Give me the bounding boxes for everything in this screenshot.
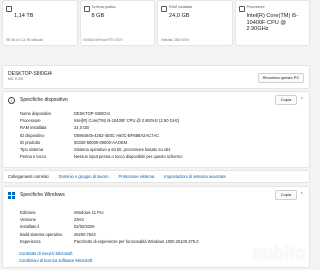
spec-row: Versione 23H2: [20, 216, 299, 223]
copy-windows-specs-button[interactable]: Copia: [275, 190, 297, 200]
spec-value: D5964845-4283-4E0C-A60C-BF6B8A2AC7AC: [74, 132, 160, 138]
windows-specs-rows: Edizione Windows 11 Pro Versione 23H2 Inst…: [20, 209, 299, 245]
spec-key: ID prodotto: [20, 139, 41, 145]
spec-key: Edizione: [20, 210, 36, 216]
spec-key: Processore: [20, 118, 41, 124]
spec-key: Penna e tocco: [20, 154, 47, 160]
summary-cards: 1,14 TB 95 GB di 1,14 TB utilizzati Sche…: [2, 0, 310, 46]
windows-logo-icon: [8, 192, 15, 199]
spec-key: Nome dispositivo: [20, 111, 52, 117]
device-header: DESKTOP-S8I0GI4 MS-7C95 Rinomina questo …: [2, 65, 310, 89]
storage-icon: [6, 6, 12, 12]
spec-value: Pacchetto di esperienze per funzionalità…: [74, 238, 199, 244]
spec-row: RAM installata 24,0 GB: [20, 124, 299, 131]
chevron-up-icon[interactable]: ⌃: [300, 192, 304, 198]
spec-key: RAM installata: [20, 125, 47, 131]
spec-row: Build sistema operativo 26200.7623: [20, 231, 299, 238]
device-specs-section: i Specifiche dispositivo Copia ⌃ Nome di…: [2, 91, 310, 168]
microsoft-license-terms-link[interactable]: Condizioni di licenza software Microsoft: [19, 258, 92, 265]
advanced-system-settings-link[interactable]: Impostazioni di sistema avanzate: [164, 174, 226, 179]
info-icon: i: [8, 97, 15, 104]
spec-key: Esperienza: [20, 238, 41, 244]
spec-value: 24,0 GB: [74, 125, 90, 131]
watermark-logo-icon: [235, 246, 249, 261]
processor-label: Processore: [246, 5, 265, 9]
copy-device-specs-button[interactable]: Copia: [275, 95, 297, 105]
graphics-value: 8 GB: [91, 13, 105, 19]
graphics-card[interactable]: Scheda grafica 8 GB NVIDIA GeForce RTX 2…: [79, 0, 155, 46]
spec-row: Nome dispositivo DESKTOP-S8I0GI4: [20, 110, 299, 117]
ram-value: 24,0 GB: [169, 13, 190, 19]
spec-key: Versione: [20, 217, 36, 223]
device-specs-header[interactable]: i Specifiche dispositivo Copia ⌃: [3, 92, 309, 108]
graphics-sub: NVIDIA GeForce RTX 2070: [83, 38, 123, 42]
related-links-bar: Collegamenti correlati Dominio o gruppo …: [2, 170, 310, 183]
storage-value: 1,14 TB: [14, 13, 34, 19]
spec-row: Processore Intel(R) Core(TM) i5-10400F CP…: [20, 117, 299, 124]
spec-value: Intel(R) Core(TM) i5-10400F CPU @ 2.90GH…: [74, 118, 180, 124]
related-links-label: Collegamenti correlati: [8, 174, 49, 179]
device-model: MS-7C95: [8, 77, 23, 81]
windows-specs-title: Specifiche Windows: [20, 192, 65, 198]
processor-icon: [238, 6, 245, 12]
spec-row: ID dispositivo D5964845-4283-4E0C-A60C-BF…: [20, 132, 299, 139]
ram-icon: [161, 6, 167, 12]
watermark-text: subito: [252, 243, 306, 263]
spec-row: Penna e tocco Nessun input penna o tocco …: [20, 153, 299, 160]
spec-value: Sistema operativo a 64 bit, processore b…: [74, 147, 171, 153]
rename-pc-button[interactable]: Rinomina questo PC: [258, 73, 304, 83]
spec-value: 02/02/2026: [74, 224, 95, 230]
chevron-up-icon[interactable]: ⌃: [300, 97, 304, 103]
ram-card[interactable]: RAM installata 24,0 GB Velocità: 2400 MT…: [157, 0, 233, 46]
spec-row: ID prodotto 00330-50000-00000-AAOEM: [20, 139, 299, 146]
device-specs-rows: Nome dispositivo DESKTOP-S8I0GI4 Processo…: [20, 110, 299, 160]
spec-value: 23H2: [74, 217, 84, 223]
system-protection-link[interactable]: Protezione sistema: [119, 174, 155, 179]
processor-card[interactable]: Processore Intel(R) Core(TM) i5-10400F C…: [234, 0, 310, 46]
watermark: subito: [235, 243, 306, 264]
graphics-icon: [83, 6, 90, 12]
spec-key: ID dispositivo: [20, 132, 45, 138]
spec-value: Nessun input penna o tocco disponibile p…: [74, 154, 183, 160]
graphics-label: Scheda grafica: [91, 5, 116, 9]
spec-value: Windows 11 Pro: [74, 210, 104, 216]
spec-key: Installato il: [20, 224, 40, 230]
spec-row: Tipo sistema Sistema operativo a 64 bit, …: [20, 146, 299, 153]
storage-sub: 95 GB di 1,14 TB utilizzati: [6, 38, 43, 42]
device-specs-title: Specifiche dispositivo: [20, 97, 68, 103]
spec-key: Build sistema operativo: [20, 231, 63, 237]
spec-row: Edizione Windows 11 Pro: [20, 209, 299, 216]
spec-value: 00330-50000-00000-AAOEM: [74, 139, 128, 145]
spec-key: Tipo sistema: [20, 147, 44, 153]
ram-sub: Velocità: 2400 MT/s: [161, 38, 189, 42]
spec-value: 26200.7623: [74, 231, 96, 237]
windows-specs-header[interactable]: Specifiche Windows Copia ⌃: [3, 187, 309, 203]
spec-value: DESKTOP-S8I0GI4: [74, 111, 110, 117]
processor-value: Intel(R) Core(TM) i5-10400F CPU @ 2.90GH…: [246, 13, 299, 32]
ram-label: RAM installata: [169, 5, 193, 9]
spec-row: Installato il 02/02/2026: [20, 223, 299, 230]
microsoft-links: Contratto di Servizi Microsoft Condizion…: [19, 251, 92, 264]
storage-card[interactable]: 1,14 TB 95 GB di 1,14 TB utilizzati: [2, 0, 78, 46]
domain-workgroup-link[interactable]: Dominio o gruppo di lavoro: [59, 174, 109, 179]
